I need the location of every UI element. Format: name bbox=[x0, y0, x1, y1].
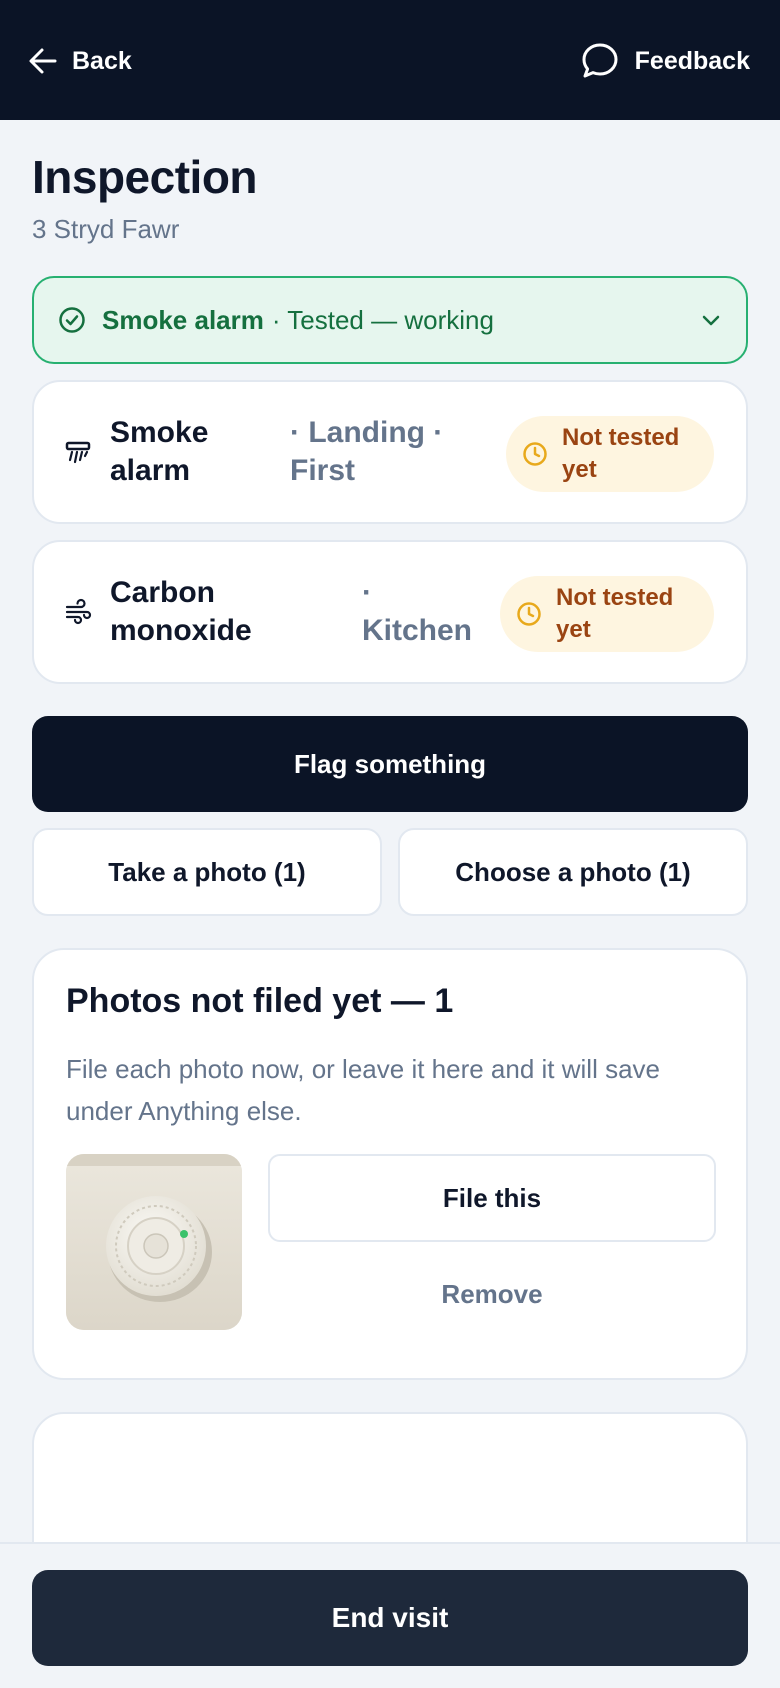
clock-icon bbox=[517, 602, 541, 626]
alarm-name: Smoke alarm bbox=[110, 416, 209, 487]
tested-alarm-banner[interactable]: Smoke alarm · Tested — working bbox=[32, 276, 748, 364]
status-badge: Not tested yet bbox=[506, 416, 714, 492]
choose-photo-button[interactable]: Choose a photo (1) bbox=[398, 828, 748, 916]
remove-photo-button[interactable]: Remove bbox=[268, 1250, 716, 1338]
back-button[interactable]: Back bbox=[28, 40, 132, 82]
alarm-name: Carbon monoxide bbox=[110, 576, 252, 647]
property-address: 3 Stryd Fawr bbox=[32, 214, 180, 244]
feedback-label: Feedback bbox=[634, 46, 750, 75]
clock-icon bbox=[523, 442, 547, 466]
alarm-location: · Landing · First bbox=[290, 416, 444, 487]
flag-something-button[interactable]: Flag something bbox=[32, 716, 748, 812]
end-visit-button[interactable]: End visit bbox=[32, 1570, 748, 1666]
unfiled-photos-title: Photos not filed yet — 1 bbox=[66, 982, 454, 1020]
arrow-left-icon bbox=[29, 48, 57, 74]
unfiled-photos-panel: Photos not filed yet — 1 File each photo… bbox=[32, 948, 748, 1380]
alarm-card-smoke[interactable]: Smoke alarm · Landing · First Not tested… bbox=[32, 380, 748, 524]
footer-bar: End visit bbox=[0, 1542, 780, 1688]
check-circle-icon bbox=[59, 307, 85, 333]
page-title: Inspection bbox=[32, 151, 258, 203]
file-photo-button[interactable]: File this bbox=[268, 1154, 716, 1242]
back-label: Back bbox=[72, 46, 132, 75]
smoke-alarm-icon bbox=[65, 441, 91, 464]
speech-bubble-icon bbox=[582, 43, 618, 78]
status-badge: Not tested yet bbox=[500, 576, 714, 652]
chevron-down-icon bbox=[702, 315, 720, 326]
tested-alarm-name: Smoke alarm bbox=[102, 304, 264, 335]
alarm-card-carbon-monoxide[interactable]: Carbon monoxide · Kitchen Not tested yet bbox=[32, 540, 748, 684]
status-badge-text: Not tested yet bbox=[562, 424, 680, 483]
alarm-location: · Kitchen bbox=[362, 576, 473, 647]
unfiled-photos-description: File each photo now, or leave it here an… bbox=[66, 1054, 661, 1126]
status-badge-text: Not tested yet bbox=[556, 584, 674, 643]
feedback-button[interactable]: Feedback bbox=[581, 40, 750, 82]
wind-icon bbox=[65, 598, 92, 625]
tested-alarm-status: · Tested — working bbox=[271, 304, 494, 335]
smoke-alarm-photo bbox=[66, 1154, 242, 1330]
photo-thumbnail[interactable] bbox=[66, 1154, 242, 1330]
top-bar: Back Feedback bbox=[0, 0, 780, 120]
take-photo-button[interactable]: Take a photo (1) bbox=[32, 828, 382, 916]
